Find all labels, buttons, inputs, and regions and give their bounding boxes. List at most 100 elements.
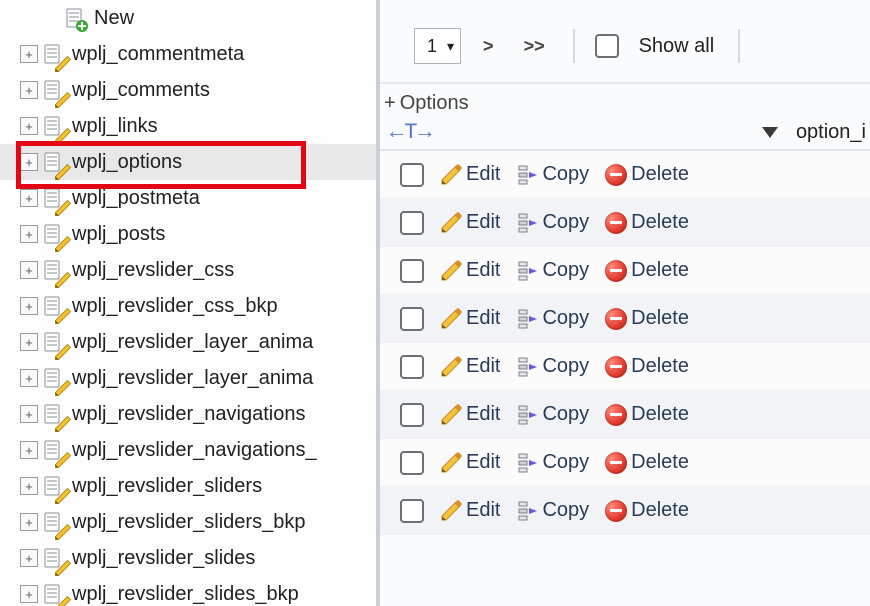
showall-checkbox[interactable]: [595, 34, 619, 58]
table-row: Edit Copy Delete: [380, 487, 870, 535]
row-checkbox[interactable]: [400, 403, 424, 427]
delete-button[interactable]: Delete: [605, 355, 689, 378]
tree-item-table[interactable]: + wplj_revslider_sliders: [0, 468, 376, 504]
insert-row-icon: [516, 308, 538, 330]
delete-label: Delete: [631, 403, 689, 426]
copy-button[interactable]: Copy: [516, 163, 589, 186]
copy-label: Copy: [542, 259, 589, 282]
tree-item-table[interactable]: + wplj_links: [0, 108, 376, 144]
pager-last-button[interactable]: >>: [516, 36, 553, 57]
expand-icon[interactable]: +: [20, 153, 38, 171]
table-sheet-icon: [44, 584, 62, 604]
expand-icon[interactable]: +: [20, 225, 38, 243]
edit-button[interactable]: Edit: [440, 211, 500, 234]
tree-item-table[interactable]: + wplj_revslider_slides_bkp: [0, 576, 376, 606]
tree-item-new[interactable]: New: [0, 0, 376, 36]
copy-button[interactable]: Copy: [516, 211, 589, 234]
edit-button[interactable]: Edit: [440, 403, 500, 426]
tree-item-table[interactable]: + wplj_options: [0, 144, 376, 180]
row-checkbox[interactable]: [400, 307, 424, 331]
pencil-icon: [440, 308, 462, 330]
edit-button[interactable]: Edit: [440, 259, 500, 282]
expand-icon[interactable]: +: [20, 513, 38, 531]
copy-button[interactable]: Copy: [516, 451, 589, 474]
expand-icon[interactable]: +: [20, 585, 38, 603]
table-sheet-icon: [44, 224, 62, 244]
delete-button[interactable]: Delete: [605, 451, 689, 474]
tree-item-table[interactable]: + wplj_revslider_layer_anima: [0, 360, 376, 396]
options-toggle[interactable]: + Options: [380, 84, 870, 115]
pencil-icon: [440, 356, 462, 378]
edit-button[interactable]: Edit: [440, 355, 500, 378]
tree-item-table[interactable]: + wplj_revslider_css_bkp: [0, 288, 376, 324]
pencil-icon: [440, 212, 462, 234]
edit-label: Edit: [466, 307, 500, 330]
copy-button[interactable]: Copy: [516, 403, 589, 426]
tree-item-table[interactable]: + wplj_revslider_navigations: [0, 396, 376, 432]
expand-icon[interactable]: +: [20, 297, 38, 315]
edit-label: Edit: [466, 163, 500, 186]
edit-button[interactable]: Edit: [440, 163, 500, 186]
tree-item-label: wplj_revslider_css_bkp: [72, 295, 278, 318]
tree-item-label: wplj_revslider_layer_anima: [72, 367, 313, 390]
expand-icon[interactable]: +: [20, 369, 38, 387]
row-checkbox[interactable]: [400, 499, 424, 523]
edit-button[interactable]: Edit: [440, 307, 500, 330]
edit-label: Edit: [466, 355, 500, 378]
tree-item-label: wplj_posts: [72, 223, 165, 246]
row-checkbox[interactable]: [400, 355, 424, 379]
column-header-option-id[interactable]: option_i: [796, 121, 866, 144]
plus-icon: +: [384, 92, 396, 115]
copy-button[interactable]: Copy: [516, 355, 589, 378]
pencil-icon: [440, 260, 462, 282]
row-checkbox[interactable]: [400, 211, 424, 235]
tree-item-table[interactable]: + wplj_postmeta: [0, 180, 376, 216]
insert-row-icon: [516, 356, 538, 378]
expand-icon[interactable]: +: [20, 405, 38, 423]
edit-button[interactable]: Edit: [440, 451, 500, 474]
copy-button[interactable]: Copy: [516, 259, 589, 282]
edit-label: Edit: [466, 211, 500, 234]
expand-icon[interactable]: +: [20, 45, 38, 63]
row-checkbox[interactable]: [400, 451, 424, 475]
page-select[interactable]: 1 ▾: [414, 28, 461, 64]
copy-button[interactable]: Copy: [516, 499, 589, 522]
row-checkbox[interactable]: [400, 163, 424, 187]
expand-icon[interactable]: +: [20, 81, 38, 99]
chevron-down-icon: ▾: [447, 38, 454, 55]
sort-desc-icon[interactable]: [762, 127, 778, 138]
expand-icon[interactable]: +: [20, 117, 38, 135]
tree-item-label: New: [94, 7, 134, 30]
tree-item-table[interactable]: + wplj_posts: [0, 216, 376, 252]
row-checkbox[interactable]: [400, 259, 424, 283]
delete-button[interactable]: Delete: [605, 259, 689, 282]
expand-icon[interactable]: +: [20, 261, 38, 279]
new-table-sheet-icon: [66, 8, 84, 28]
expand-icon[interactable]: +: [20, 477, 38, 495]
tree-item-table[interactable]: + wplj_revslider_layer_anima: [0, 324, 376, 360]
copy-button[interactable]: Copy: [516, 307, 589, 330]
delete-label: Delete: [631, 211, 689, 234]
tree-item-table[interactable]: + wplj_revslider_navigations_: [0, 432, 376, 468]
expand-icon[interactable]: +: [20, 549, 38, 567]
column-width-control-icon[interactable]: ←T→: [390, 120, 433, 145]
delete-button[interactable]: Delete: [605, 163, 689, 186]
tree-item-table[interactable]: + wplj_commentmeta: [0, 36, 376, 72]
tree-item-label: wplj_links: [72, 115, 158, 138]
delete-button[interactable]: Delete: [605, 211, 689, 234]
pencil-overlay-icon: [54, 378, 66, 390]
expand-icon[interactable]: +: [20, 333, 38, 351]
delete-button[interactable]: Delete: [605, 307, 689, 330]
tree-item-table[interactable]: + wplj_revslider_sliders_bkp: [0, 504, 376, 540]
db-tree-panel: New + wplj_commentmeta+ wplj_comments+ w…: [0, 0, 380, 606]
tree-item-table[interactable]: + wplj_revslider_css: [0, 252, 376, 288]
pager-next-button[interactable]: >: [475, 36, 502, 57]
copy-label: Copy: [542, 403, 589, 426]
expand-icon[interactable]: +: [20, 441, 38, 459]
tree-item-table[interactable]: + wplj_comments: [0, 72, 376, 108]
delete-button[interactable]: Delete: [605, 403, 689, 426]
edit-button[interactable]: Edit: [440, 499, 500, 522]
tree-item-table[interactable]: + wplj_revslider_slides: [0, 540, 376, 576]
delete-button[interactable]: Delete: [605, 499, 689, 522]
expand-icon[interactable]: +: [20, 189, 38, 207]
